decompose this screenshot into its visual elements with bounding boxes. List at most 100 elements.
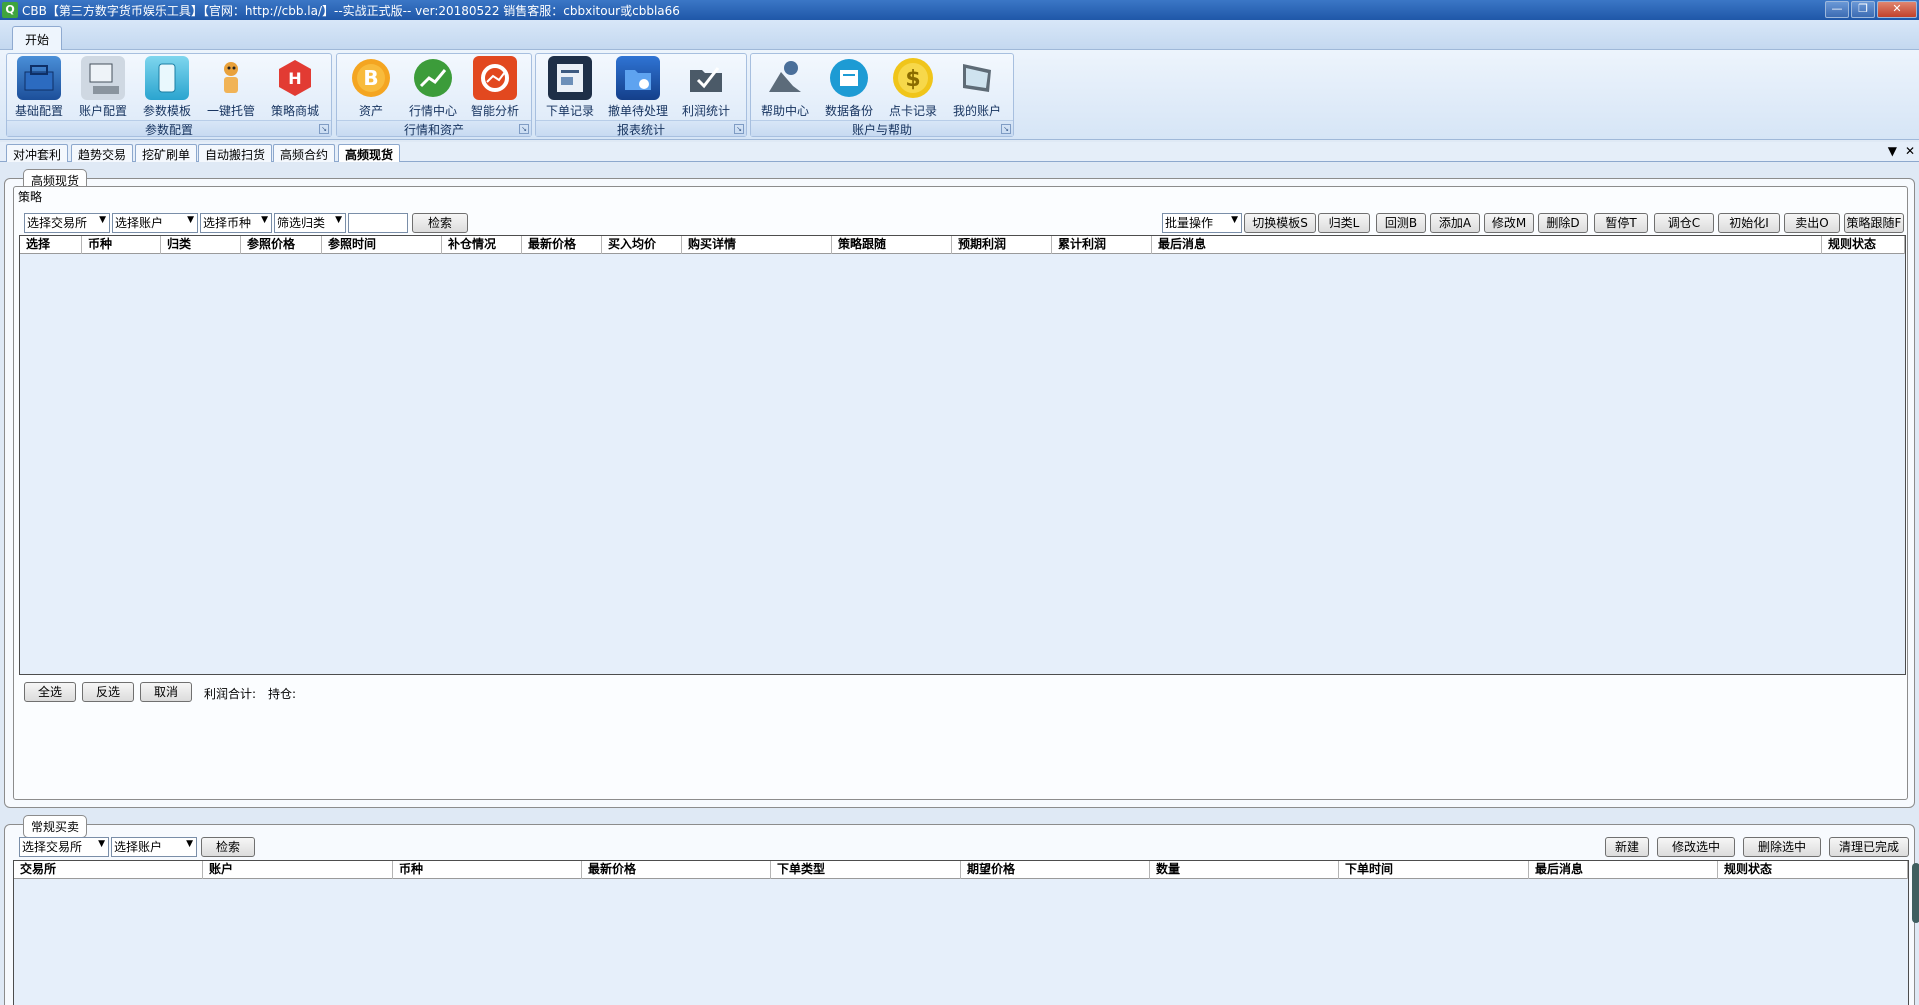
column-header[interactable]: 归类	[161, 236, 241, 254]
robot-icon	[209, 56, 253, 100]
column-header[interactable]: 账户	[203, 861, 393, 879]
close-window-button[interactable]: ✕	[1877, 1, 1917, 18]
categorize-button[interactable]: 归类L	[1318, 213, 1370, 233]
tab-auto-sweep[interactable]: 自动搬扫货	[198, 144, 273, 162]
bottom-search-button[interactable]: 检索	[201, 837, 255, 857]
keyword-input[interactable]	[348, 213, 408, 233]
profit-total-label: 利润合计:	[204, 687, 257, 701]
tab-hf-spot[interactable]: 高频现货	[338, 144, 401, 162]
ribbon-tab-home[interactable]: 开始	[12, 26, 63, 50]
delete-selected-button[interactable]: 删除选中	[1743, 837, 1821, 857]
dropdown-arrow-icon: ▼	[186, 839, 193, 849]
column-header[interactable]: 最新价格	[582, 861, 771, 879]
window-titlebar: Q CBB【第三方数字货币娱乐工具】【官网：http://cbb.la/】--实…	[0, 0, 1919, 20]
column-header[interactable]: 下单时间	[1339, 861, 1529, 879]
sell-button[interactable]: 卖出O	[1784, 213, 1840, 233]
ribbon-group-market: B 资产 行情中心 智能分析 行情和资产 ↘	[336, 53, 532, 137]
batch-ops-select[interactable]: 批量操作 ▼	[1162, 213, 1242, 233]
param-template-button[interactable]: 参数模板	[137, 56, 197, 120]
restore-button[interactable]: ❐	[1851, 1, 1875, 18]
ribbon-tab-strip: 开始	[0, 20, 1919, 50]
tablet-icon	[145, 56, 189, 100]
column-header[interactable]: 规则状态	[1718, 861, 1908, 879]
tab-list-icon[interactable]: ▼	[1888, 144, 1897, 158]
modify-selected-button[interactable]: 修改选中	[1657, 837, 1735, 857]
column-header[interactable]: 预期利润	[952, 236, 1052, 254]
exchange-select[interactable]: 选择交易所 ▼	[24, 213, 110, 233]
order-records-button[interactable]: 下单记录	[540, 56, 600, 120]
column-header[interactable]: 买入均价	[602, 236, 682, 254]
base-config-button[interactable]: 基础配置	[9, 56, 69, 120]
switch-template-button[interactable]: 切换模板S	[1244, 213, 1316, 233]
monitor-icon	[955, 56, 999, 100]
column-header[interactable]: 最后消息	[1152, 236, 1822, 254]
column-header[interactable]: 最新价格	[522, 236, 602, 254]
coin-select[interactable]: 选择币种 ▼	[200, 213, 272, 233]
group-launcher-icon[interactable]: ↘	[519, 124, 529, 134]
invert-select-button[interactable]: 反选	[82, 682, 134, 702]
svg-text:H: H	[288, 69, 301, 88]
pause-button[interactable]: 暂停T	[1594, 213, 1648, 233]
tab-hf-contract[interactable]: 高频合约	[273, 144, 336, 162]
column-header[interactable]: 规则状态	[1822, 236, 1905, 254]
column-header[interactable]: 累计利润	[1052, 236, 1152, 254]
regular-trade-grid: 交易所 账户 币种 最新价格 下单类型 期望价格 数量 下单时间 最后消息 规则…	[13, 860, 1909, 1005]
group-launcher-icon[interactable]: ↘	[319, 124, 329, 134]
column-header[interactable]: 交易所	[14, 861, 203, 879]
data-backup-button[interactable]: 数据备份	[819, 56, 879, 120]
my-account-button[interactable]: 我的账户	[947, 56, 1007, 120]
column-header[interactable]: 币种	[393, 861, 582, 879]
tab-hedge-arbitrage[interactable]: 对冲套利	[6, 144, 69, 162]
column-header[interactable]: 数量	[1150, 861, 1339, 879]
strategy-grid: 选择 币种 归类 参照价格 参照时间 补仓情况 最新价格 买入均价 购买详情 策…	[19, 235, 1906, 675]
rebalance-button[interactable]: 调仓C	[1654, 213, 1714, 233]
column-header[interactable]: 购买详情	[682, 236, 832, 254]
column-header[interactable]: 补仓情况	[442, 236, 522, 254]
profit-stats-button[interactable]: 利润统计	[676, 56, 736, 120]
panel-legend: 常规买卖	[23, 815, 88, 838]
grid-header: 交易所 账户 币种 最新价格 下单类型 期望价格 数量 下单时间 最后消息 规则…	[14, 861, 1908, 879]
column-header[interactable]: 下单类型	[771, 861, 961, 879]
category-select[interactable]: 筛选归类 ▼	[274, 213, 346, 233]
help-center-button[interactable]: 帮助中心	[755, 56, 815, 120]
bottom-exchange-select[interactable]: 选择交易所 ▼	[19, 837, 109, 857]
close-tab-icon[interactable]: ✕	[1905, 144, 1915, 158]
account-config-button[interactable]: 账户配置	[73, 56, 133, 120]
column-header[interactable]: 策略跟随	[832, 236, 952, 254]
column-header[interactable]: 选择	[20, 236, 82, 254]
card-records-button[interactable]: $ 点卡记录	[883, 56, 943, 120]
select-all-button[interactable]: 全选	[24, 682, 76, 702]
assets-button[interactable]: B 资产	[341, 56, 401, 120]
tab-mining[interactable]: 挖矿刷单	[135, 144, 198, 162]
tab-trend-trading[interactable]: 趋势交易	[71, 144, 134, 162]
strategy-mall-button[interactable]: H 策略商城	[265, 56, 325, 120]
smart-analysis-button[interactable]: 智能分析	[465, 56, 525, 120]
column-header[interactable]: 期望价格	[961, 861, 1150, 879]
pending-cancel-button[interactable]: 撤单待处理	[608, 56, 668, 120]
group-launcher-icon[interactable]: ↘	[734, 124, 744, 134]
group-launcher-icon[interactable]: ↘	[1001, 124, 1011, 134]
help-user-icon	[763, 56, 807, 100]
clear-completed-button[interactable]: 清理已完成	[1829, 837, 1909, 857]
account-select[interactable]: 选择账户 ▼	[112, 213, 198, 233]
computer-icon	[81, 56, 125, 100]
new-order-button[interactable]: 新建	[1605, 837, 1649, 857]
delete-button[interactable]: 删除D	[1538, 213, 1588, 233]
column-header[interactable]: 参照时间	[322, 236, 442, 254]
modify-button[interactable]: 修改M	[1484, 213, 1534, 233]
column-header[interactable]: 参照价格	[241, 236, 322, 254]
strategy-follow-button[interactable]: 策略跟随F	[1844, 213, 1904, 233]
column-header[interactable]: 币种	[82, 236, 161, 254]
initialize-button[interactable]: 初始化I	[1718, 213, 1780, 233]
search-button[interactable]: 检索	[412, 213, 468, 233]
vertical-scrollbar[interactable]	[1912, 863, 1919, 923]
cancel-select-button[interactable]: 取消	[140, 682, 192, 702]
backtest-button[interactable]: 回测B	[1376, 213, 1426, 233]
bottom-account-select[interactable]: 选择账户 ▼	[111, 837, 197, 857]
dropdown-arrow-icon: ▼	[335, 215, 342, 225]
column-header[interactable]: 最后消息	[1529, 861, 1718, 879]
one-click-host-button[interactable]: 一键托管	[201, 56, 261, 120]
market-center-button[interactable]: 行情中心	[403, 56, 463, 120]
minimize-button[interactable]: —	[1825, 1, 1849, 18]
add-button[interactable]: 添加A	[1430, 213, 1480, 233]
